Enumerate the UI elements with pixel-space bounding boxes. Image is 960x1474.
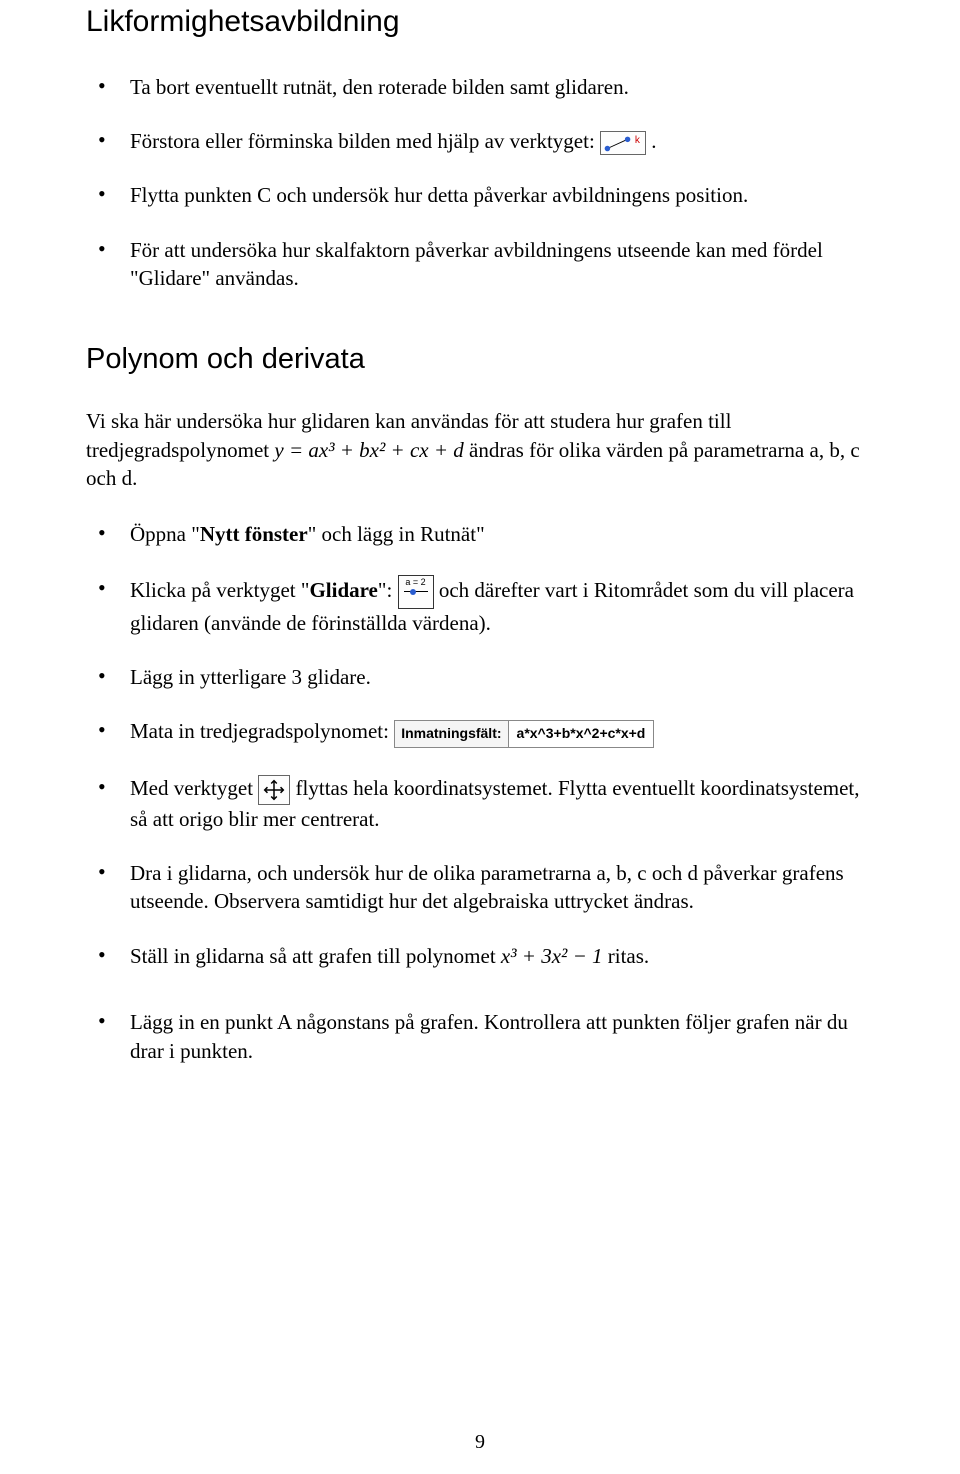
move-view-tool-icon — [258, 775, 290, 805]
bullet-item: Öppna "Nytt fönster" och lägg in Rutnät" — [86, 520, 874, 548]
svg-text:k: k — [635, 135, 641, 146]
bullet-list-2: Öppna "Nytt fönster" och lägg in Rutnät"… — [86, 520, 874, 1064]
text: Öppna " — [130, 522, 200, 546]
bullet-item: Ställ in glidarna så att grafen till pol… — [86, 942, 874, 970]
section-title-polynom: Polynom och derivata — [86, 340, 874, 379]
text: Lägg in ytterligare 3 glidare. — [130, 665, 371, 689]
bullet-text: Förstora eller förminska bilden med hjäl… — [130, 129, 600, 153]
bullet-item: Dra i glidarna, och undersök hur de olik… — [86, 859, 874, 916]
input-field-value: a*x^3+b*x^2+c*x+d — [508, 721, 654, 747]
dilate-tool-icon: k — [600, 131, 646, 155]
bullet-item: Klicka på verktyget "Glidare": a = 2 och… — [86, 575, 874, 637]
bullet-item: Förstora eller förminska bilden med hjäl… — [86, 127, 874, 155]
bullet-item: För att undersöka hur skalfaktorn påverk… — [86, 236, 874, 293]
page-number: 9 — [0, 1429, 960, 1456]
text: ritas. — [608, 944, 649, 968]
slider-tool-icon: a = 2 — [398, 575, 434, 609]
text: Lägg in en punkt A någonstans på grafen.… — [130, 1010, 848, 1062]
slider-icon-track — [404, 591, 428, 592]
text: Mata in tredjegradspolynomet: — [130, 719, 394, 743]
input-field-image: Inmatningsfält: a*x^3+b*x^2+c*x+d — [394, 720, 654, 748]
text: Med verktyget — [130, 776, 258, 800]
bullet-item: Lägg in en punkt A någonstans på grafen.… — [86, 1008, 874, 1065]
bullet-item: Mata in tredjegradspolynomet: Inmatnings… — [86, 717, 874, 747]
text: Dra i glidarna, och undersök hur de olik… — [130, 861, 844, 913]
input-field-caption: Inmatningsfält: — [395, 724, 507, 743]
bullet-list-1: Ta bort eventuellt rutnät, den roterade … — [86, 73, 874, 293]
intro-math: y = ax³ + bx² + cx + d — [274, 438, 463, 462]
slider-icon-label: a = 2 — [402, 578, 430, 587]
text: ": — [378, 578, 398, 602]
bold-text: Nytt fönster — [200, 522, 308, 546]
bullet-item: Ta bort eventuellt rutnät, den roterade … — [86, 73, 874, 101]
intro-paragraph: Vi ska här undersöka hur glidaren kan an… — [86, 407, 874, 492]
text: " och lägg in Rutnät" — [308, 522, 485, 546]
bullet-text-tail: . — [651, 129, 656, 153]
bullet-text: Flytta punkten C och undersök hur detta … — [130, 183, 748, 207]
bold-text: Glidare — [309, 578, 377, 602]
section-title-likformighet: Likformighetsavbildning — [86, 0, 874, 43]
text: Ställ in glidarna så att grafen till pol… — [130, 944, 501, 968]
bullet-text: Ta bort eventuellt rutnät, den roterade … — [130, 75, 629, 99]
bullet-item: Med verktyget flyttas hela koordinatsyst… — [86, 774, 874, 834]
text: Klicka på verktyget " — [130, 578, 309, 602]
bullet-item: Flytta punkten C och undersök hur detta … — [86, 181, 874, 209]
bullet-item: Lägg in ytterligare 3 glidare. — [86, 663, 874, 691]
bullet-text: För att undersöka hur skalfaktorn påverk… — [130, 238, 823, 290]
math: x³ + 3x² − 1 — [501, 944, 603, 968]
